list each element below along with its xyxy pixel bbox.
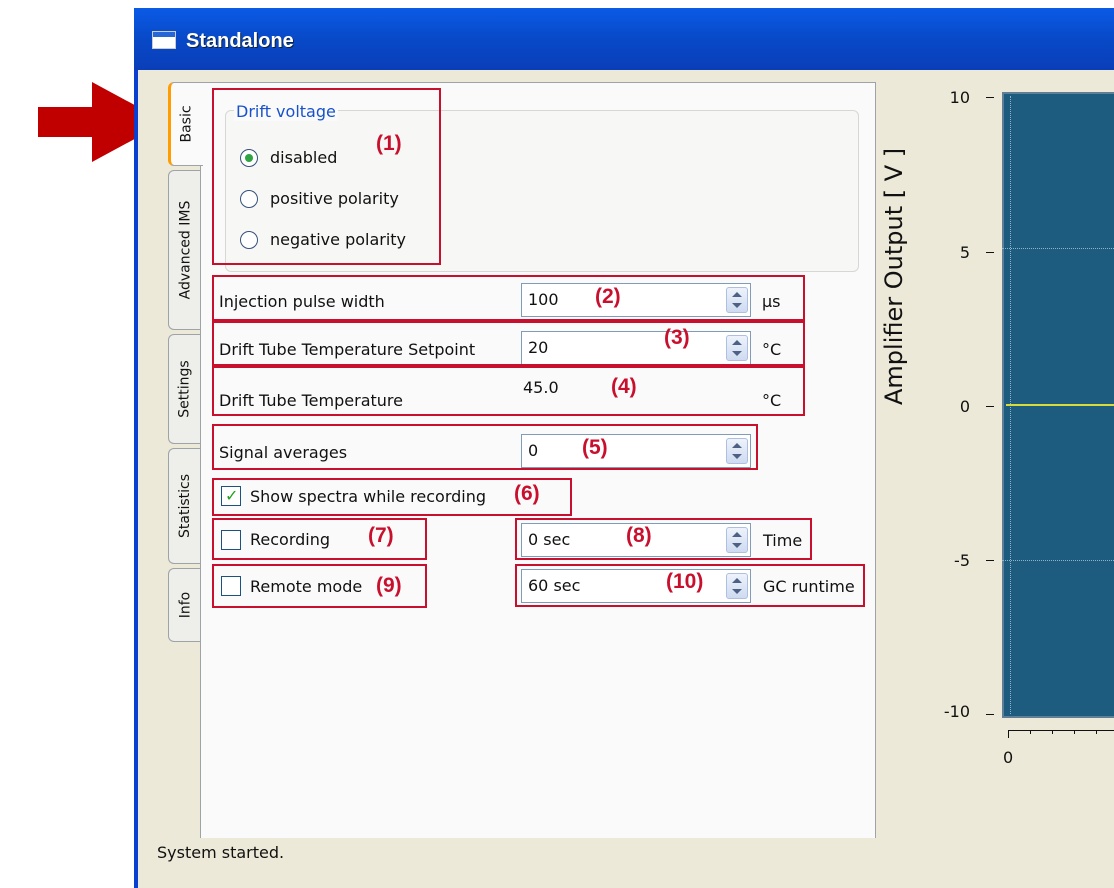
window-icon <box>152 31 176 49</box>
annotation-box-8 <box>515 518 812 560</box>
annotation-box-7 <box>212 518 427 560</box>
annotation-box-2 <box>212 275 805 321</box>
x-tick-mark <box>1030 730 1031 734</box>
status-bar <box>138 838 1114 869</box>
annotation-box-5 <box>212 424 758 470</box>
annotation-label-10: (10) <box>666 570 704 593</box>
annotation-label-8: (8) <box>626 524 652 547</box>
tab-info[interactable]: Info <box>168 568 201 642</box>
plot-y-axis-label: Amplifier Output [ V ] <box>880 147 908 405</box>
y-tick-mark <box>986 714 994 715</box>
plot-gridline <box>1002 560 1114 561</box>
x-tick-label: 0 <box>1003 748 1014 767</box>
tab-statistics[interactable]: Statistics <box>168 448 201 564</box>
y-tick-mark <box>986 406 994 407</box>
signal-trace <box>1006 404 1114 406</box>
status-text: System started. <box>157 843 285 862</box>
annotation-box-1 <box>212 88 441 265</box>
y-tick-label: 0 <box>959 397 970 416</box>
y-tick-mark <box>986 252 994 253</box>
annotation-label-6: (6) <box>514 482 540 505</box>
annotation-label-9: (9) <box>376 574 402 597</box>
x-tick-mark <box>1052 730 1053 734</box>
tab-settings[interactable]: Settings <box>168 334 201 444</box>
annotation-label-5: (5) <box>582 436 608 459</box>
annotation-box-4 <box>212 366 805 416</box>
y-tick-mark <box>986 560 994 561</box>
y-tick-label: 5 <box>959 243 970 262</box>
y-tick-mark <box>986 97 994 98</box>
y-tick-label: -10 <box>943 702 970 721</box>
x-tick-mark <box>1008 730 1009 738</box>
y-tick-label: -5 <box>954 551 970 570</box>
annotation-box-3 <box>212 321 805 366</box>
tab-advanced-ims[interactable]: Advanced IMS <box>168 170 201 330</box>
plot-gridline <box>1002 248 1114 249</box>
window-title: Standalone <box>186 30 294 52</box>
x-axis-line <box>1008 730 1114 731</box>
annotation-label-7: (7) <box>368 524 394 547</box>
y-tick-label: 10 <box>949 88 970 107</box>
annotation-label-2: (2) <box>595 285 621 308</box>
x-tick-mark <box>1074 730 1075 734</box>
annotation-label-3: (3) <box>664 326 690 349</box>
x-tick-mark <box>1096 730 1097 734</box>
annotation-label-1: (1) <box>376 132 402 155</box>
annotation-label-4: (4) <box>611 375 637 398</box>
tab-basic[interactable]: Basic <box>168 82 203 166</box>
